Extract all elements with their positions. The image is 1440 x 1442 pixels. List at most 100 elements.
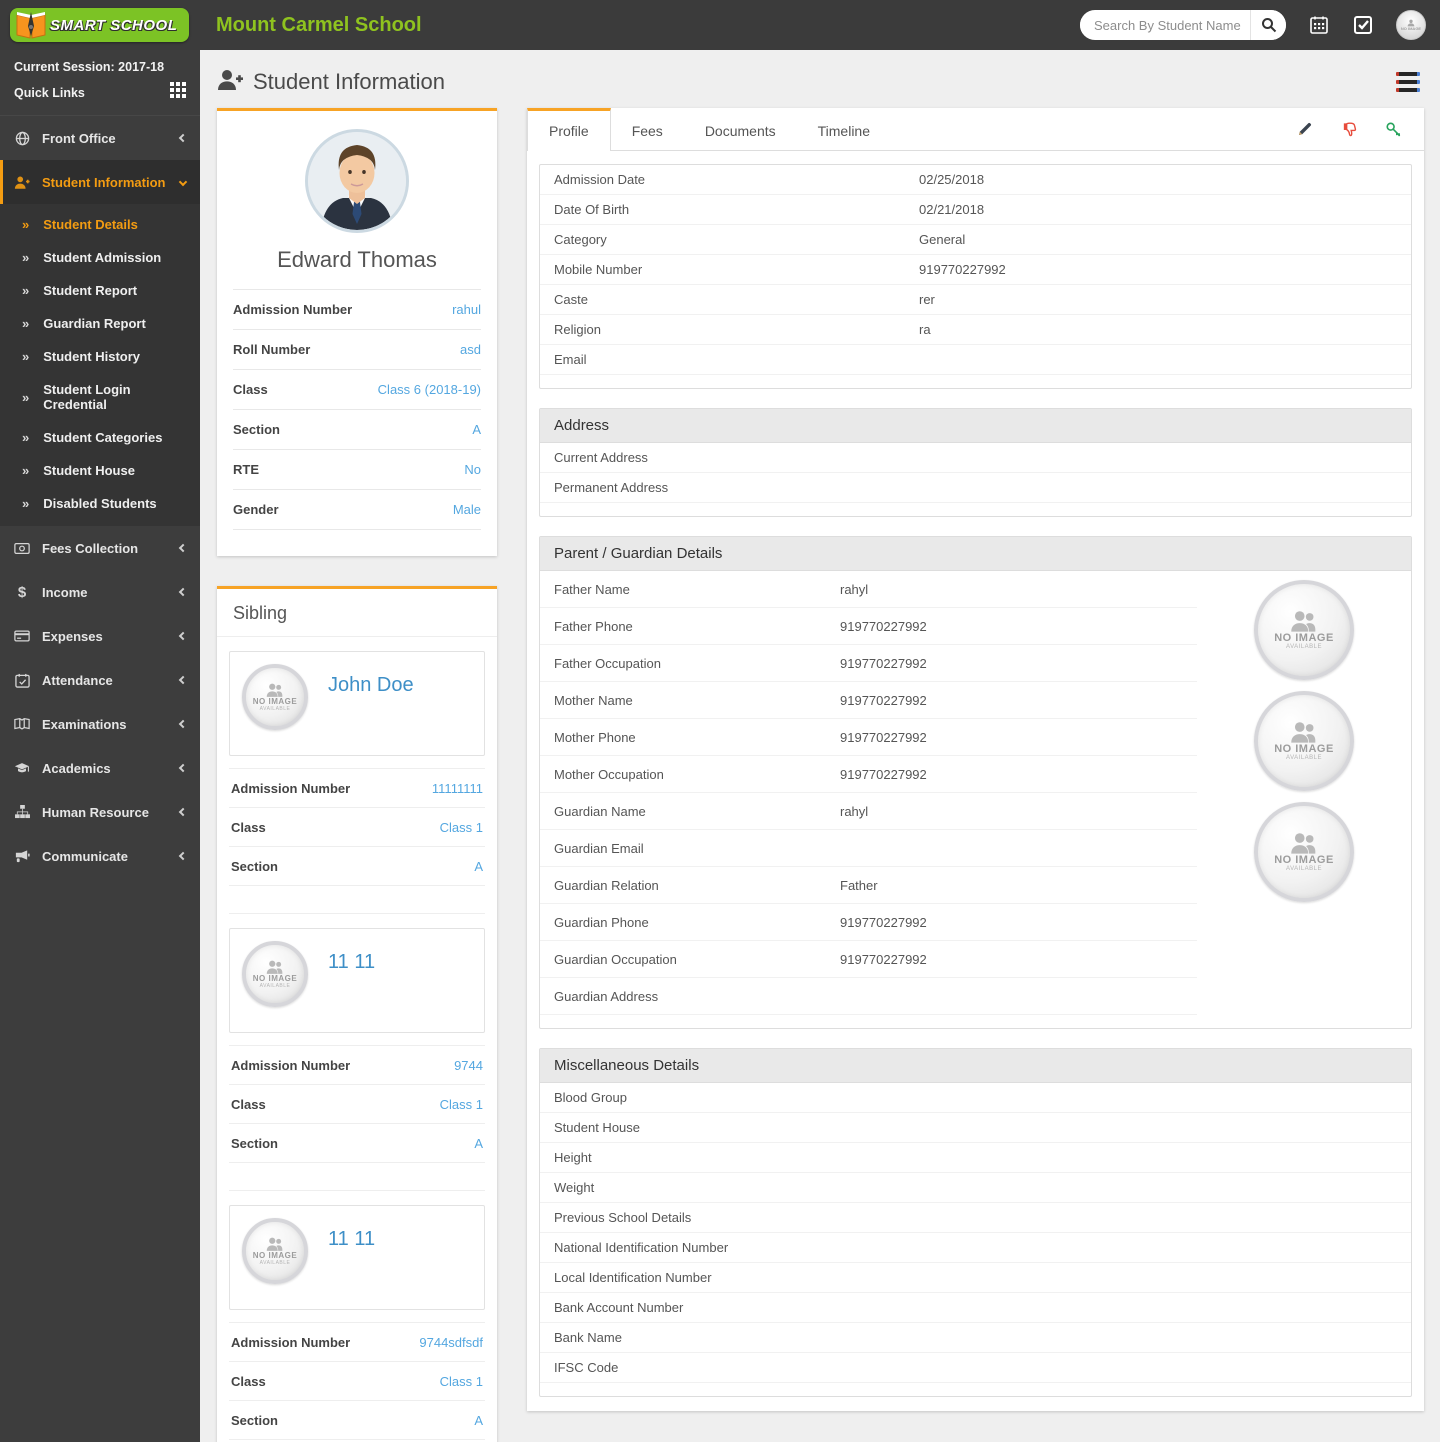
sidebar-item-communicate[interactable]: Communicate xyxy=(0,834,200,878)
chevron-left-icon xyxy=(178,763,188,773)
parent-row: Mother Name 919770227992 xyxy=(540,682,1197,719)
current-session: Current Session: 2017-18 xyxy=(14,60,165,74)
sibling-name-link[interactable]: 11 11 xyxy=(328,1228,375,1297)
double-arrow-icon: » xyxy=(22,283,30,298)
chevron-down-icon xyxy=(178,177,188,187)
logo-text: SMART SCHOOL xyxy=(50,16,178,34)
student-card-row: Roll Number asd xyxy=(233,330,481,370)
tab-bar: Profile Fees Documents Timeline xyxy=(527,108,1424,151)
login-key-icon[interactable] xyxy=(1384,120,1402,138)
submenu-item-student-house[interactable]: » Student House xyxy=(0,454,200,487)
sibling-block: NO IMAGE AVAILABLE 11 11 Admission Numbe… xyxy=(229,928,485,1191)
sidebar-item-academics[interactable]: Academics xyxy=(0,746,200,790)
no-image-avatar: NO IMAGE AVAILABLE xyxy=(242,941,308,1007)
sibling-row: Class Class 1 xyxy=(229,808,485,847)
sidebar-item-expenses[interactable]: Expenses xyxy=(0,614,200,658)
profile-row: Caste rer xyxy=(540,285,1411,315)
misc-row: Blood Group xyxy=(540,1083,1411,1113)
submenu-item-disabled-students[interactable]: » Disabled Students xyxy=(0,487,200,520)
submenu-item-student-admission[interactable]: » Student Admission xyxy=(0,241,200,274)
student-card-row: Section A xyxy=(233,410,481,450)
parent-row: Father Occupation 919770227992 xyxy=(540,645,1197,682)
chevron-left-icon xyxy=(178,719,188,729)
address-box: Address Current Address Permanent Addres… xyxy=(539,408,1412,517)
parent-row: Guardian Name rahyl xyxy=(540,793,1197,830)
tab-profile[interactable]: Profile xyxy=(527,108,611,151)
sibling-row: Section A xyxy=(229,1124,485,1163)
mother-no-image-avatar: NO IMAGE AVAILABLE xyxy=(1254,691,1354,791)
user-avatar[interactable]: NO IMAGE xyxy=(1396,10,1426,40)
sibling-name-link[interactable]: John Doe xyxy=(328,674,414,743)
tab-fees[interactable]: Fees xyxy=(611,108,684,150)
sidebar-menu: Front Office Student Information » Stude… xyxy=(0,116,200,878)
sidebar-item-front-office[interactable]: Front Office xyxy=(0,116,200,160)
submenu-item-student-report[interactable]: » Student Report xyxy=(0,274,200,307)
student-card-row: Admission Number rahul xyxy=(233,290,481,330)
user-plus-title-icon xyxy=(217,69,243,96)
open-book-icon xyxy=(14,716,30,732)
student-name: Edward Thomas xyxy=(277,247,437,272)
app-logo[interactable]: SMART SCHOOL xyxy=(0,8,200,42)
tab-timeline[interactable]: Timeline xyxy=(797,108,891,150)
submenu-item-student-history[interactable]: » Student History xyxy=(0,340,200,373)
submenu-item-student-login-credential[interactable]: » Student Login Credential xyxy=(0,373,200,421)
submenu-item-guardian-report[interactable]: » Guardian Report xyxy=(0,307,200,340)
parent-guardian-header: Parent / Guardian Details xyxy=(540,537,1411,571)
sibling-row: Admission Number 9744sdfsdf xyxy=(229,1323,485,1362)
megaphone-icon xyxy=(14,848,30,864)
double-arrow-icon: » xyxy=(22,389,30,405)
submenu-item-student-details[interactable]: » Student Details xyxy=(0,208,200,241)
sibling-block: NO IMAGE AVAILABLE John Doe Admission Nu… xyxy=(229,651,485,914)
school-name: Mount Carmel School xyxy=(216,13,422,36)
tab-documents[interactable]: Documents xyxy=(684,108,797,150)
sidebar-item-fees-collection[interactable]: Fees Collection xyxy=(0,526,200,570)
address-row: Permanent Address xyxy=(540,473,1411,503)
divider xyxy=(229,886,485,914)
sibling-row: Section A xyxy=(229,847,485,886)
student-photo xyxy=(305,129,409,233)
double-arrow-icon: » xyxy=(22,430,30,445)
profile-details-box: Admission Date 02/25/2018 Date Of Birth … xyxy=(539,164,1412,389)
sibling-row: Class Class 1 xyxy=(229,1085,485,1124)
sidebar-item-student-information[interactable]: Student Information xyxy=(0,160,200,204)
search-input[interactable] xyxy=(1080,17,1250,33)
father-no-image-avatar: NO IMAGE AVAILABLE xyxy=(1254,580,1354,680)
sibling-row: Section A xyxy=(229,1401,485,1440)
edit-pencil-icon[interactable] xyxy=(1296,120,1314,138)
misc-row: Bank Account Number xyxy=(540,1293,1411,1323)
chevron-left-icon xyxy=(178,851,188,861)
misc-row: Weight xyxy=(540,1173,1411,1203)
sibling-panel-title: Sibling xyxy=(217,589,497,637)
chevron-left-icon xyxy=(178,543,188,553)
disable-thumbs-down-icon[interactable] xyxy=(1340,120,1358,138)
sidebar-item-human-resource[interactable]: Human Resource xyxy=(0,790,200,834)
student-card-row: Class Class 6 (2018-19) xyxy=(233,370,481,410)
sidebar: Current Session: 2017-18 Quick Links Fro… xyxy=(0,50,200,1442)
globe-icon xyxy=(14,130,30,146)
double-arrow-icon: » xyxy=(22,250,30,265)
dollar-icon: $ xyxy=(17,583,27,601)
calendar-check-icon xyxy=(14,672,30,688)
student-card-rows: Admission Number rahul Roll Number asd C… xyxy=(233,289,481,530)
quick-links-label: Quick Links xyxy=(14,85,85,100)
panel-menu-icon[interactable] xyxy=(1392,68,1424,96)
graduation-cap-icon xyxy=(14,760,30,776)
divider xyxy=(229,1163,485,1191)
calendar-icon[interactable] xyxy=(1308,14,1330,36)
chevron-left-icon xyxy=(178,587,188,597)
no-image-avatar: NO IMAGE AVAILABLE xyxy=(242,664,308,730)
profile-row: Category General xyxy=(540,225,1411,255)
address-header: Address xyxy=(540,409,1411,443)
sibling-name-link[interactable]: 11 11 xyxy=(328,951,375,1020)
quick-links-grid-icon[interactable] xyxy=(170,82,186,103)
task-check-icon[interactable] xyxy=(1352,14,1374,36)
sidebar-item-income[interactable]: $ Income xyxy=(0,570,200,614)
sidebar-item-attendance[interactable]: Attendance xyxy=(0,658,200,702)
student-card-row: Gender Male xyxy=(233,490,481,530)
misc-row: Height xyxy=(540,1143,1411,1173)
parent-photos-column: NO IMAGE AVAILABLE NO IMAGE AVAILABLE NO… xyxy=(1197,571,1411,1015)
sibling-row: Admission Number 9744 xyxy=(229,1046,485,1085)
search-icon[interactable] xyxy=(1250,10,1286,40)
sidebar-item-examinations[interactable]: Examinations xyxy=(0,702,200,746)
submenu-item-student-categories[interactable]: » Student Categories xyxy=(0,421,200,454)
